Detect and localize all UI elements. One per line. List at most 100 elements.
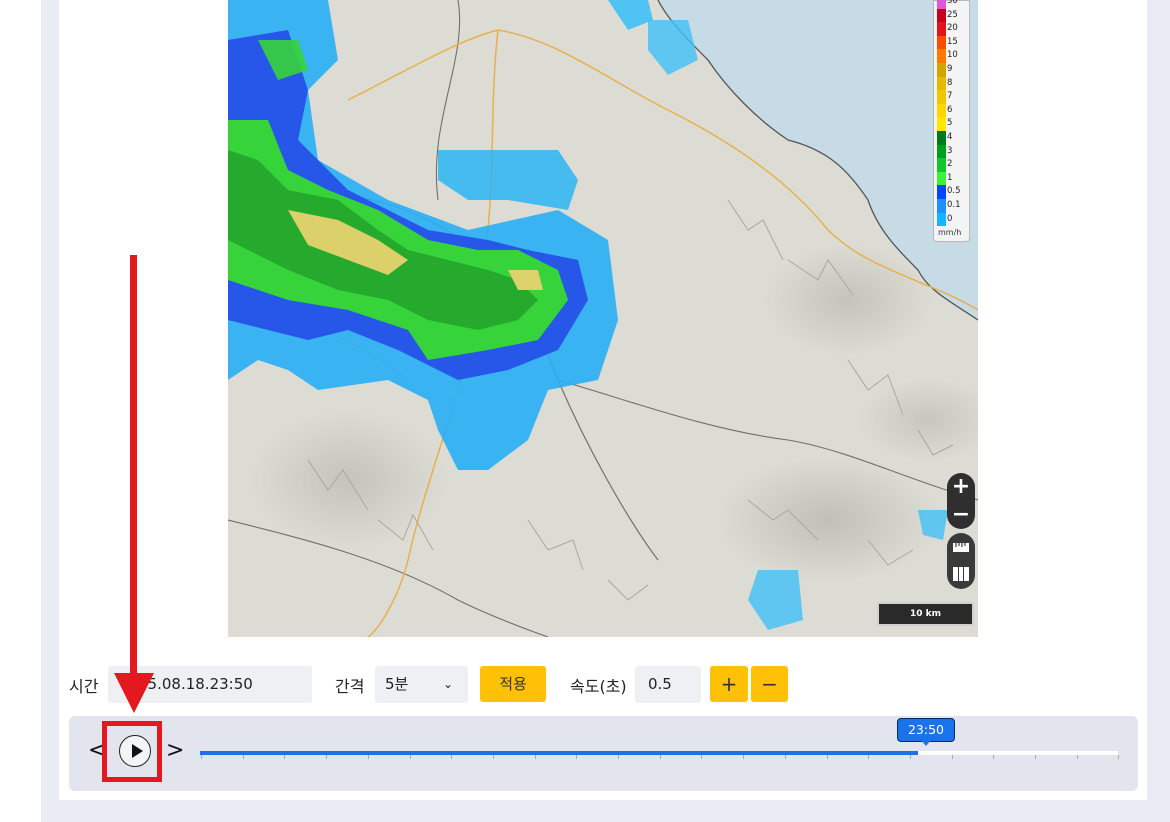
legend-swatch bbox=[937, 212, 946, 227]
timeline-tick bbox=[909, 755, 911, 759]
timeline-tick bbox=[534, 755, 536, 759]
map-tools bbox=[947, 533, 975, 589]
timeline-tick bbox=[826, 755, 828, 759]
legend-label: 9 bbox=[947, 64, 953, 74]
legend-label: 0 bbox=[947, 213, 953, 224]
legend-row: 15 bbox=[934, 35, 971, 50]
legend-swatch bbox=[937, 22, 946, 36]
legend-row: 0.5 bbox=[934, 185, 971, 199]
timeline-tick bbox=[242, 755, 244, 759]
legend-label: 4 bbox=[947, 132, 953, 142]
speed-label: 속도(초) bbox=[570, 677, 627, 696]
speed-plus-button[interactable]: + bbox=[710, 666, 748, 702]
legend-label: 10 bbox=[947, 50, 958, 61]
legend-row: 0.1 bbox=[934, 199, 971, 213]
legend-unit: mm/h bbox=[938, 228, 962, 237]
legend-row: 20 bbox=[934, 22, 971, 36]
legend-swatch bbox=[937, 90, 946, 104]
legend-swatch bbox=[937, 117, 946, 131]
legend-swatch bbox=[937, 158, 946, 172]
legend-row: 5 bbox=[934, 117, 971, 131]
legend-row: 7 bbox=[934, 90, 971, 104]
legend-swatch bbox=[937, 131, 946, 145]
interval-select[interactable]: 5분 ⌄ bbox=[375, 666, 468, 703]
legend-label: 1 bbox=[947, 172, 953, 183]
legend-swatch bbox=[937, 76, 946, 91]
timeline-tick bbox=[743, 755, 745, 759]
next-frame-button[interactable]: > bbox=[166, 738, 184, 763]
ruler-icon[interactable] bbox=[952, 538, 970, 556]
timeline-tick bbox=[951, 755, 953, 759]
legend-label: 20 bbox=[947, 23, 958, 34]
timeline-tick bbox=[1035, 755, 1036, 759]
timeline-tick bbox=[1118, 755, 1120, 759]
timeline-tick bbox=[284, 755, 286, 759]
legend-swatch bbox=[937, 199, 946, 213]
zoom-control: + − bbox=[947, 473, 975, 529]
legend-row: 10 bbox=[934, 49, 971, 63]
legend-swatch bbox=[937, 0, 946, 9]
interval-label: 간격 bbox=[335, 677, 365, 696]
zoom-in-button[interactable]: + bbox=[947, 473, 975, 501]
legend-label: 3 bbox=[947, 145, 953, 156]
legend-label: 0.5 bbox=[947, 186, 961, 197]
timeline-tick bbox=[409, 755, 411, 759]
zoom-out-button[interactable]: − bbox=[947, 501, 975, 529]
annotation-highlight-box bbox=[102, 721, 162, 782]
timeline-tick bbox=[1076, 755, 1078, 759]
legend-row: 0 bbox=[934, 212, 971, 227]
legend-row: 6 bbox=[934, 103, 971, 118]
legend-row: 4 bbox=[934, 131, 971, 145]
timeline-tick bbox=[784, 755, 786, 759]
annotation-arrow-head bbox=[114, 673, 154, 713]
speed-minus-button[interactable]: − bbox=[751, 666, 788, 702]
legend-label: 2 bbox=[947, 159, 953, 170]
current-time-marker[interactable]: 23:50 bbox=[897, 718, 955, 746]
timeline-tick bbox=[868, 755, 870, 759]
legend-row: 30 bbox=[934, 0, 971, 9]
apply-button[interactable]: 적용 bbox=[480, 666, 546, 702]
legend-swatch bbox=[937, 103, 946, 118]
timeline-tick bbox=[367, 755, 369, 759]
legend-label: 8 bbox=[947, 77, 953, 88]
area-measure-icon[interactable] bbox=[952, 565, 970, 583]
radar-map[interactable] bbox=[228, 0, 978, 637]
precipitation-legend: 30 25 20 15 10 9 8 7 6 5 4 3 2 1 0.5 0.1 0 mm/h bbox=[933, 0, 970, 242]
legend-label: 25 bbox=[947, 9, 958, 20]
timeline-tick bbox=[993, 755, 995, 759]
legend-swatch bbox=[937, 8, 946, 23]
timeline-tick bbox=[576, 755, 578, 759]
map-layer bbox=[228, 0, 978, 637]
legend-row: 2 bbox=[934, 158, 971, 172]
legend-swatch bbox=[937, 35, 946, 50]
legend-swatch bbox=[937, 144, 946, 159]
legend-swatch bbox=[937, 49, 946, 63]
legend-row: 8 bbox=[934, 76, 971, 91]
legend-label: 5 bbox=[947, 118, 953, 129]
timeline-progress bbox=[200, 751, 918, 755]
legend-row: 1 bbox=[934, 171, 971, 186]
timeline-tick bbox=[201, 755, 202, 759]
legend-row: 9 bbox=[934, 63, 971, 77]
timeline-tick bbox=[451, 755, 453, 759]
speed-input[interactable]: 0.5 bbox=[635, 666, 701, 703]
legend-label: 6 bbox=[947, 104, 953, 115]
timeline-tick bbox=[701, 755, 703, 759]
timeline-tick bbox=[492, 755, 494, 759]
timeline-tick bbox=[618, 755, 619, 759]
chevron-down-icon: ⌄ bbox=[443, 677, 454, 691]
interval-value: 5분 bbox=[385, 675, 409, 693]
legend-label: 7 bbox=[947, 91, 953, 102]
legend-swatch bbox=[937, 185, 946, 199]
legend-row: 3 bbox=[934, 144, 971, 159]
timeline-tick bbox=[326, 755, 328, 759]
legend-label: 0.1 bbox=[947, 200, 961, 210]
legend-label: 15 bbox=[947, 36, 958, 47]
timeline-tick bbox=[659, 755, 661, 759]
time-label: 시간 bbox=[69, 677, 99, 696]
legend-swatch bbox=[937, 63, 946, 77]
legend-label: 30 bbox=[947, 0, 958, 6]
legend-row: 25 bbox=[934, 8, 971, 23]
map-scale-bar: 10 km bbox=[877, 602, 974, 626]
annotation-arrow-shaft bbox=[130, 255, 137, 675]
